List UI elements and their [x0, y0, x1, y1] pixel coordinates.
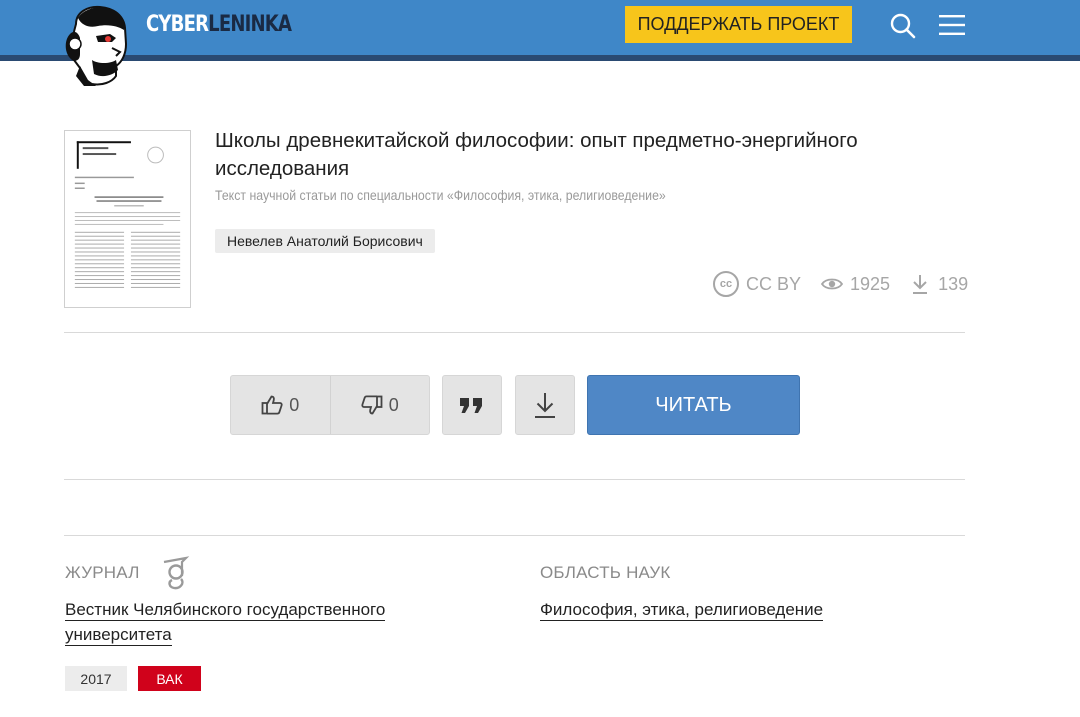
- search-icon[interactable]: [889, 12, 917, 40]
- like-button[interactable]: 0: [231, 376, 330, 434]
- field-link[interactable]: Философия, этика, религиоведение: [540, 597, 940, 622]
- article-stats: cc CC BY 1925 139: [713, 270, 968, 298]
- journal-label: ЖУРНАЛ: [65, 563, 140, 582]
- article-subtitle: Текст научной статьи по специальности «Ф…: [215, 187, 666, 203]
- read-button[interactable]: ЧИТАТЬ: [587, 375, 800, 435]
- divider: [64, 332, 965, 333]
- vak-badge[interactable]: ВАК: [138, 666, 201, 691]
- journal-link[interactable]: Вестник Челябинского государственного ун…: [65, 597, 445, 647]
- hamburger-menu-icon[interactable]: [938, 13, 966, 37]
- download-count-icon: [913, 275, 928, 294]
- field-name[interactable]: Философия, этика, религиоведение: [540, 600, 824, 621]
- journal-name[interactable]: Вестник Челябинского государственного ун…: [65, 600, 386, 646]
- field-label: ОБЛАСТЬ НАУК: [540, 563, 671, 582]
- download-button[interactable]: [515, 375, 575, 435]
- article-title: Школы древнекитайской философии: опыт пр…: [215, 129, 858, 180]
- vote-group: 0 0: [230, 375, 430, 435]
- like-count: 0: [289, 394, 300, 415]
- downloads-count: 139: [938, 273, 969, 294]
- google-scholar-icon[interactable]: [160, 556, 190, 590]
- eye-icon: [821, 278, 844, 290]
- divider: [64, 479, 965, 480]
- site-header: CYBERLENINKA ПОДДЕРЖАТЬ ПРОЕКТ: [0, 0, 1080, 61]
- cite-button[interactable]: [442, 375, 502, 435]
- year-tag: 2017: [65, 666, 127, 691]
- site-logo[interactable]: CYBERLENINKA: [146, 12, 292, 37]
- logo-mascot-icon[interactable]: [62, 4, 134, 88]
- dislike-button[interactable]: 0: [329, 376, 430, 434]
- thumbs-up-icon: [261, 395, 283, 415]
- quote-icon: [460, 398, 482, 413]
- dislike-count: 0: [388, 394, 399, 415]
- download-icon: [535, 393, 555, 418]
- logo-text-cyber: CYBER: [146, 12, 209, 37]
- author-tag[interactable]: Невелев Анатолий Борисович: [215, 229, 435, 253]
- divider: [64, 535, 965, 536]
- article-thumbnail[interactable]: [64, 130, 191, 308]
- support-project-button[interactable]: ПОДДЕРЖАТЬ ПРОЕКТ: [625, 6, 852, 43]
- license-label[interactable]: CC BY: [746, 274, 801, 295]
- views-count: 1925: [850, 273, 891, 294]
- creative-commons-icon: cc: [713, 271, 739, 297]
- thumbs-down-icon: [361, 395, 383, 415]
- logo-text-leninka: LENINKA: [208, 12, 292, 37]
